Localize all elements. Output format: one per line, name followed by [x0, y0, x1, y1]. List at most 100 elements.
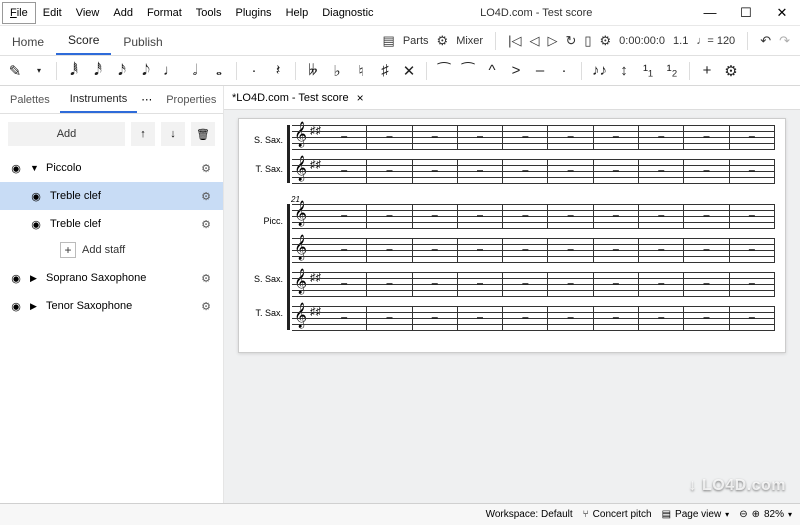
note-whole-icon[interactable]: 𝅝 — [212, 62, 226, 79]
tree-item-treble-clef-1[interactable]: ◉ Treble clef ⚙ — [0, 182, 223, 210]
gear-icon[interactable]: ⚙ — [197, 218, 215, 231]
score-page-area[interactable]: S. Sax. T. Sax. 𝄞♯♯ 𝄞♯♯ — [224, 110, 800, 503]
mixer-icon[interactable]: ⚙ — [437, 33, 449, 49]
visibility-icon[interactable]: ◉ — [28, 218, 44, 231]
tie-icon[interactable]: ⁀ — [437, 62, 451, 80]
close-button[interactable]: ✕ — [764, 0, 800, 25]
pencil-icon[interactable]: ✎ — [8, 62, 22, 80]
flat-icon[interactable]: ♭ — [330, 62, 344, 80]
parts-icon[interactable]: ▤ — [383, 33, 395, 49]
loop-icon[interactable]: ↻ — [565, 33, 576, 49]
visibility-icon[interactable]: ◉ — [8, 300, 24, 313]
redo-icon[interactable]: ↷ — [779, 33, 790, 49]
note-half-icon[interactable]: 𝅗𝅥 — [188, 62, 202, 79]
flip-icon[interactable]: ↕ — [617, 62, 631, 79]
gear-icon[interactable]: ⚙ — [197, 162, 215, 175]
chevron-right-icon[interactable]: ▶ — [30, 273, 40, 284]
tuplet-icon[interactable]: ♪♪ — [592, 62, 607, 79]
menu-view[interactable]: View — [69, 3, 107, 23]
chevron-down-icon[interactable]: ▾ — [788, 510, 792, 519]
note-16th-icon[interactable]: 𝅘𝅥𝅯 — [115, 62, 129, 79]
menu-add[interactable]: Add — [106, 3, 140, 23]
visibility-icon[interactable]: ◉ — [8, 162, 24, 175]
maximize-button[interactable]: ☐ — [728, 0, 764, 25]
prev-icon[interactable]: ◁ — [529, 33, 539, 49]
sidebar-tab-more[interactable]: ⋯ — [137, 87, 156, 112]
tree-item-soprano-sax[interactable]: ◉ ▶ Soprano Saxophone ⚙ — [0, 264, 223, 292]
dropdown-icon[interactable]: ▾ — [32, 66, 46, 75]
music-staff[interactable]: 𝄞♯♯ — [292, 159, 775, 183]
music-staff[interactable]: 𝄞♯♯ — [292, 272, 775, 296]
menu-file[interactable]: File — [2, 2, 36, 24]
gear-icon[interactable]: ⚙ — [197, 272, 215, 285]
zoom-in-icon[interactable]: ⊕ — [752, 509, 760, 520]
voice1-icon[interactable]: ¹₁ — [641, 62, 655, 79]
voice2-icon[interactable]: ¹₂ — [665, 62, 679, 79]
sharp-icon[interactable]: ♯ — [378, 62, 392, 79]
metronome-icon[interactable]: ▯ — [584, 33, 591, 49]
concert-pitch-toggle[interactable]: ⑂ Concert pitch — [583, 509, 652, 520]
add-instrument-button[interactable]: Add — [8, 122, 125, 146]
menu-plugins[interactable]: Plugins — [228, 3, 278, 23]
dot-icon[interactable]: · — [247, 62, 261, 79]
tab-score[interactable]: Score — [56, 27, 111, 55]
window-title: LO4D.com - Test score — [381, 7, 692, 19]
chevron-down-icon[interactable]: ▼ — [30, 163, 40, 173]
natural-icon[interactable]: ♮ — [354, 62, 368, 80]
marcato-icon[interactable]: ^ — [485, 62, 499, 79]
accent-icon[interactable]: > — [509, 62, 523, 79]
sidebar-tab-palettes[interactable]: Palettes — [0, 88, 60, 112]
music-staff[interactable]: 𝄞♯♯ — [292, 306, 775, 330]
visibility-icon[interactable]: ◉ — [28, 190, 44, 203]
music-staff[interactable]: 𝄞 — [292, 238, 775, 262]
delete-button[interactable]: 🗑 — [191, 122, 215, 146]
note-32nd-icon[interactable]: 𝅘𝅥𝅰 — [91, 62, 105, 79]
music-staff[interactable]: 𝄞 — [292, 204, 775, 228]
tree-item-tenor-sax[interactable]: ◉ ▶ Tenor Saxophone ⚙ — [0, 292, 223, 320]
menu-format[interactable]: Format — [140, 3, 189, 23]
chevron-right-icon[interactable]: ▶ — [30, 301, 40, 312]
double-flat-icon[interactable]: 𝄫 — [306, 62, 320, 79]
note-64th-icon[interactable]: 𝅘𝅥𝅱 — [67, 62, 81, 79]
gear-icon[interactable]: ⚙ — [197, 300, 215, 313]
close-tab-icon[interactable]: × — [357, 91, 364, 105]
menu-tools[interactable]: Tools — [189, 3, 229, 23]
zoom-level[interactable]: 82% — [764, 509, 784, 520]
move-down-button[interactable]: ↓ — [161, 122, 185, 146]
tree-item-piccolo[interactable]: ◉ ▼ Piccolo ⚙ — [0, 154, 223, 182]
tempo-display[interactable]: ♩= 120 — [696, 35, 735, 47]
slur-icon[interactable]: ⁀ — [461, 62, 475, 80]
workspace-label[interactable]: Workspace: Default — [486, 509, 573, 520]
zoom-out-icon[interactable]: ⊖ — [739, 509, 747, 520]
double-sharp-icon[interactable]: ✕ — [402, 62, 416, 80]
staccato-icon[interactable]: · — [557, 62, 571, 79]
tenuto-icon[interactable]: – — [533, 62, 547, 79]
parts-label[interactable]: Parts — [403, 35, 429, 47]
toolbar-settings-icon[interactable]: ⚙ — [724, 62, 738, 80]
minimize-button[interactable]: — — [692, 0, 728, 25]
document-tab[interactable]: *LO4D.com - Test score × — [224, 86, 800, 110]
tree-item-treble-clef-2[interactable]: ◉ Treble clef ⚙ — [0, 210, 223, 238]
add-icon[interactable]: + — [700, 62, 714, 79]
visibility-icon[interactable]: ◉ — [8, 272, 24, 285]
add-staff-button[interactable]: + Add staff — [0, 238, 223, 264]
tab-home[interactable]: Home — [0, 29, 56, 55]
move-up-button[interactable]: ↑ — [131, 122, 155, 146]
rewind-icon[interactable]: |◁ — [508, 33, 521, 49]
gear-icon[interactable]: ⚙ — [197, 190, 215, 203]
menu-edit[interactable]: Edit — [36, 3, 69, 23]
rest-icon[interactable]: 𝄽 — [271, 62, 285, 79]
mixer-label[interactable]: Mixer — [456, 35, 483, 47]
page-view-dropdown[interactable]: ▤ Page view ▾ — [662, 509, 730, 520]
tab-publish[interactable]: Publish — [111, 29, 174, 55]
note-8th-icon[interactable]: 𝅘𝅥𝅮 — [139, 62, 153, 79]
sidebar-tab-properties[interactable]: Properties — [156, 88, 226, 112]
undo-icon[interactable]: ↶ — [760, 33, 771, 49]
sidebar-tab-instruments[interactable]: Instruments — [60, 87, 137, 113]
music-staff[interactable]: 𝄞♯♯ — [292, 125, 775, 149]
settings-icon[interactable]: ⚙ — [600, 33, 612, 49]
note-quarter-icon[interactable]: ♩ — [163, 62, 178, 79]
play-icon[interactable]: ▷ — [547, 33, 557, 49]
menu-diagnostic[interactable]: Diagnostic — [315, 3, 380, 23]
menu-help[interactable]: Help — [279, 3, 316, 23]
